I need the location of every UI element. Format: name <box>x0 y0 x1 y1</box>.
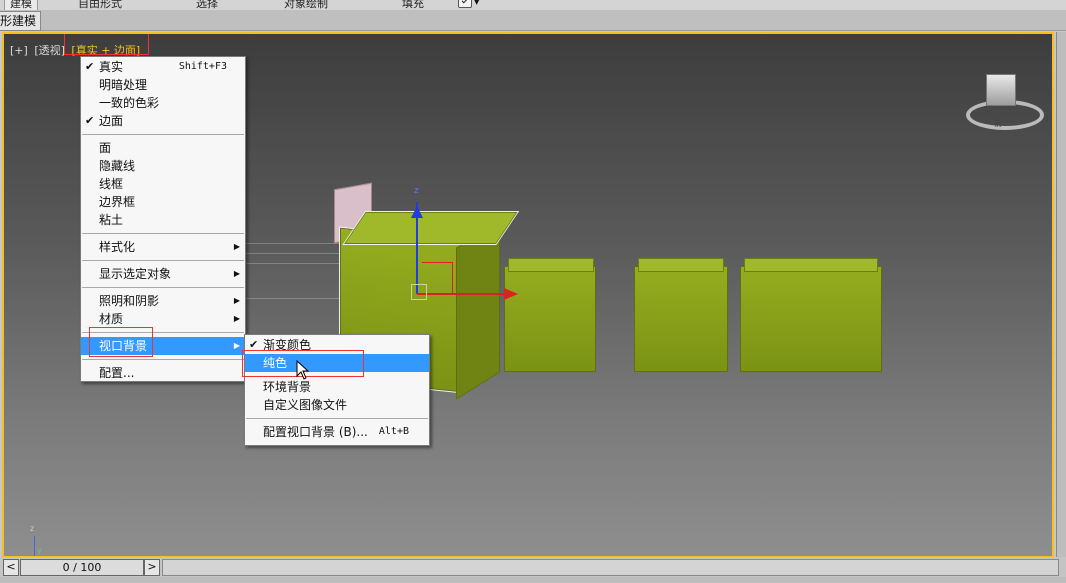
menu-item-materials[interactable]: 材质 ▶ <box>81 310 245 328</box>
submenu-arrow-icon: ▶ <box>233 269 240 278</box>
ribbon-tab-selection[interactable]: 选择 <box>196 0 218 10</box>
menu-item-facets[interactable]: 面 <box>81 139 245 157</box>
box-object-2[interactable] <box>504 266 596 372</box>
menu-item-realistic[interactable]: ✔ 真实 Shift+F3 <box>81 58 245 76</box>
menu-separator <box>82 332 244 333</box>
subtab-polygon-modeling[interactable]: 形建模 <box>0 11 42 31</box>
menu-item-edged-faces[interactable]: ✔ 边面 <box>81 112 245 130</box>
time-next-button[interactable]: > <box>144 559 160 576</box>
viewcube-cube-icon[interactable] <box>986 74 1016 106</box>
box-object-2-top <box>508 258 594 272</box>
grid-line <box>244 298 339 299</box>
track-bar[interactable] <box>0 577 1066 583</box>
time-prev-button[interactable]: < <box>3 559 19 576</box>
time-slider-bar: < 0 / 100 > <box>0 557 1066 583</box>
tripod-y-label: y <box>37 546 42 555</box>
time-slider-handle[interactable]: 0 / 100 <box>20 559 144 576</box>
viewcube[interactable]: 前 <box>964 70 1044 130</box>
check-icon: ✔ <box>85 114 95 127</box>
menu-separator <box>82 134 244 135</box>
submenu-item-solid-color[interactable]: 纯色 <box>245 354 429 372</box>
submenu-arrow-icon: ▶ <box>233 314 240 323</box>
menu-item-wireframe[interactable]: 线框 <box>81 175 245 193</box>
ribbon-tab-freeform[interactable]: 自由形式 <box>78 0 122 10</box>
submenu-item-gradient-color[interactable]: ✔ 渐变颜色 <box>245 336 429 354</box>
box-object-3[interactable] <box>634 266 728 372</box>
ribbon-options-dropdown-icon[interactable]: ▼ <box>474 0 479 6</box>
menu-separator <box>82 287 244 288</box>
ribbon-tab-object-paint[interactable]: 对象绘制 <box>284 0 328 10</box>
menu-shortcut-realistic: Shift+F3 <box>178 61 227 72</box>
menu-separator <box>82 260 244 261</box>
grid-line <box>244 263 339 264</box>
viewcube-front-label: 前 <box>994 119 1002 128</box>
submenu-item-configure-background[interactable]: 配置视口背景 (B)... Alt+B <box>245 423 429 441</box>
ribbon-bar: 建模 自由形式 选择 对象绘制 填充 ▼ <box>0 0 1066 10</box>
ribbon-tab-populate[interactable]: 填充 <box>402 0 424 10</box>
selected-box-top[interactable] <box>342 211 519 245</box>
menu-item-lighting-shadows[interactable]: 照明和阴影 ▶ <box>81 292 245 310</box>
shading-context-menu: ✔ 真实 Shift+F3 明暗处理 一致的色彩 ✔ 边面 面 隐藏线 线框 边… <box>80 56 246 382</box>
gizmo-z-arrow-icon[interactable] <box>411 206 423 218</box>
box-object-4-top <box>744 258 878 272</box>
menu-separator <box>82 359 244 360</box>
submenu-arrow-icon: ▶ <box>233 341 240 350</box>
gizmo-z-label: z <box>414 186 419 196</box>
grid-line <box>244 253 339 254</box>
submenu-arrow-icon: ▶ <box>233 296 240 305</box>
menu-item-clay[interactable]: 粘土 <box>81 211 245 229</box>
menu-item-hidden-line[interactable]: 隐藏线 <box>81 157 245 175</box>
check-icon: ✔ <box>249 338 259 351</box>
box-object-3-top <box>638 258 724 272</box>
menu-shortcut-configure-background: Alt+B <box>378 426 409 437</box>
menu-item-viewport-background[interactable]: 视口背景 ▶ <box>81 337 245 355</box>
submenu-arrow-icon: ▶ <box>233 242 240 251</box>
gizmo-center-handle[interactable] <box>411 284 427 300</box>
viewport-background-submenu: ✔ 渐变颜色 纯色 环境背景 自定义图像文件 配置视口背景 (B)... Alt… <box>244 334 430 446</box>
menu-item-bounding-box[interactable]: 边界框 <box>81 193 245 211</box>
menu-separator <box>246 418 428 419</box>
menu-item-shaded[interactable]: 明暗处理 <box>81 76 245 94</box>
mouse-cursor-icon <box>296 360 310 380</box>
command-panel-edge <box>1056 32 1066 562</box>
selected-box-side[interactable] <box>456 220 500 400</box>
ribbon-options-checkbox[interactable] <box>458 0 472 8</box>
gizmo-x-arrow-icon[interactable] <box>504 288 518 300</box>
menu-item-consistent-colors[interactable]: 一致的色彩 <box>81 94 245 112</box>
menu-separator <box>82 233 244 234</box>
viewport-plus-menu[interactable]: [+] <box>10 44 28 57</box>
grid-line <box>244 243 339 244</box>
box-object-4[interactable] <box>740 266 882 372</box>
axis-tripod: z y x <box>30 524 70 556</box>
tripod-z-line <box>34 536 35 556</box>
time-slider-track[interactable] <box>162 559 1059 576</box>
check-icon: ✔ <box>85 60 95 73</box>
menu-item-display-selected[interactable]: 显示选定对象 ▶ <box>81 265 245 283</box>
menu-item-stylized[interactable]: 样式化 ▶ <box>81 238 245 256</box>
submenu-item-environment-background[interactable]: 环境背景 <box>245 378 429 396</box>
viewport-view-menu[interactable]: [透视] <box>34 44 65 57</box>
ribbon-tab-modeling[interactable]: 建模 <box>4 0 38 10</box>
tripod-z-label: z <box>30 524 35 533</box>
menu-item-configure[interactable]: 配置... <box>81 364 245 382</box>
submenu-item-custom-image-file[interactable]: 自定义图像文件 <box>245 396 429 414</box>
ribbon-subbar: 形建模 <box>0 10 1066 31</box>
